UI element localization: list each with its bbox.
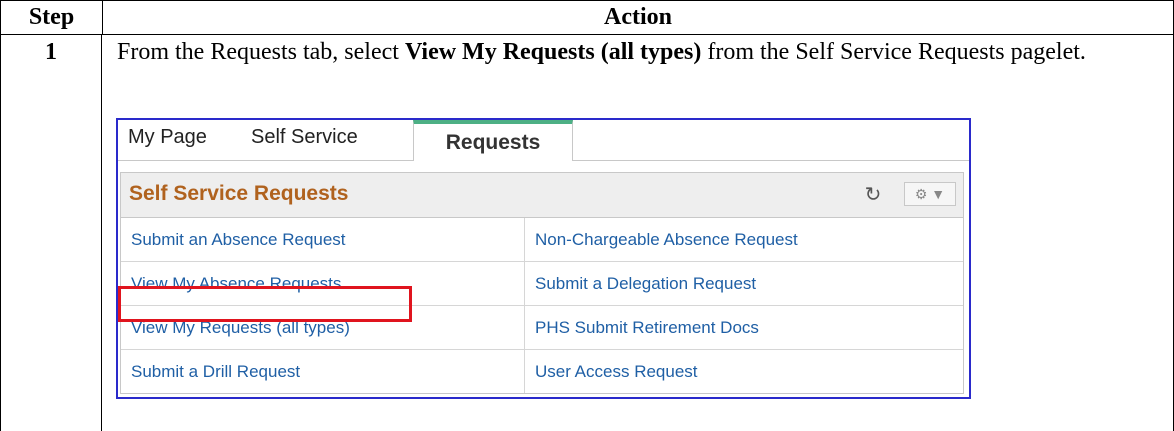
gear-dropdown-icon[interactable]: ⚙ ▼ <box>904 182 956 206</box>
step-action-table: Step Action 1 From the Requests tab, sel… <box>0 0 1174 431</box>
list-item: Submit an Absence Request Non-Chargeable… <box>121 218 963 262</box>
tab-bar: My Page Self Service Requests <box>118 120 969 161</box>
pagelet-title: Self Service Requests <box>129 182 349 205</box>
table-header-row: Step Action <box>1 1 1174 35</box>
self-service-requests-pagelet: Self Service Requests ↻ ⚙ ▼ Submit an Ab… <box>120 172 964 394</box>
link-user-access-request[interactable]: User Access Request <box>525 350 963 393</box>
instruction-bold: View My Requests (all types) <box>404 39 702 65</box>
instruction-text: From the Requests tab, select View My Re… <box>117 37 1117 67</box>
tab-requests[interactable]: Requests <box>413 120 573 160</box>
list-item: Submit a Drill Request User Access Reque… <box>121 350 963 393</box>
tab-my-page[interactable]: My Page <box>128 126 207 149</box>
link-submit-drill-request[interactable]: Submit a Drill Request <box>121 350 525 393</box>
link-phs-submit-retirement-docs[interactable]: PHS Submit Retirement Docs <box>525 306 963 349</box>
embedded-screenshot: My Page Self Service Requests Self Servi… <box>116 118 971 399</box>
table-row: 1 From the Requests tab, select View My … <box>1 35 1174 431</box>
header-step: Step <box>1 1 103 34</box>
step-number: 1 <box>1 35 102 431</box>
active-tab-mask <box>414 159 572 161</box>
pagelet-header: Self Service Requests ↻ ⚙ ▼ <box>121 173 963 218</box>
header-action: Action <box>103 1 1174 34</box>
highlight-box <box>118 286 412 322</box>
action-cell: From the Requests tab, select View My Re… <box>103 35 1174 431</box>
instruction-post: from the Self Service Requests pagelet. <box>701 39 1086 65</box>
refresh-icon[interactable]: ↻ <box>862 184 884 206</box>
link-submit-delegation-request[interactable]: Submit a Delegation Request <box>525 262 963 305</box>
instruction-pre: From the Requests tab, select <box>117 39 405 65</box>
link-submit-absence-request[interactable]: Submit an Absence Request <box>121 218 525 261</box>
tab-self-service[interactable]: Self Service <box>251 126 358 149</box>
link-non-chargeable-absence-request[interactable]: Non-Chargeable Absence Request <box>525 218 963 261</box>
